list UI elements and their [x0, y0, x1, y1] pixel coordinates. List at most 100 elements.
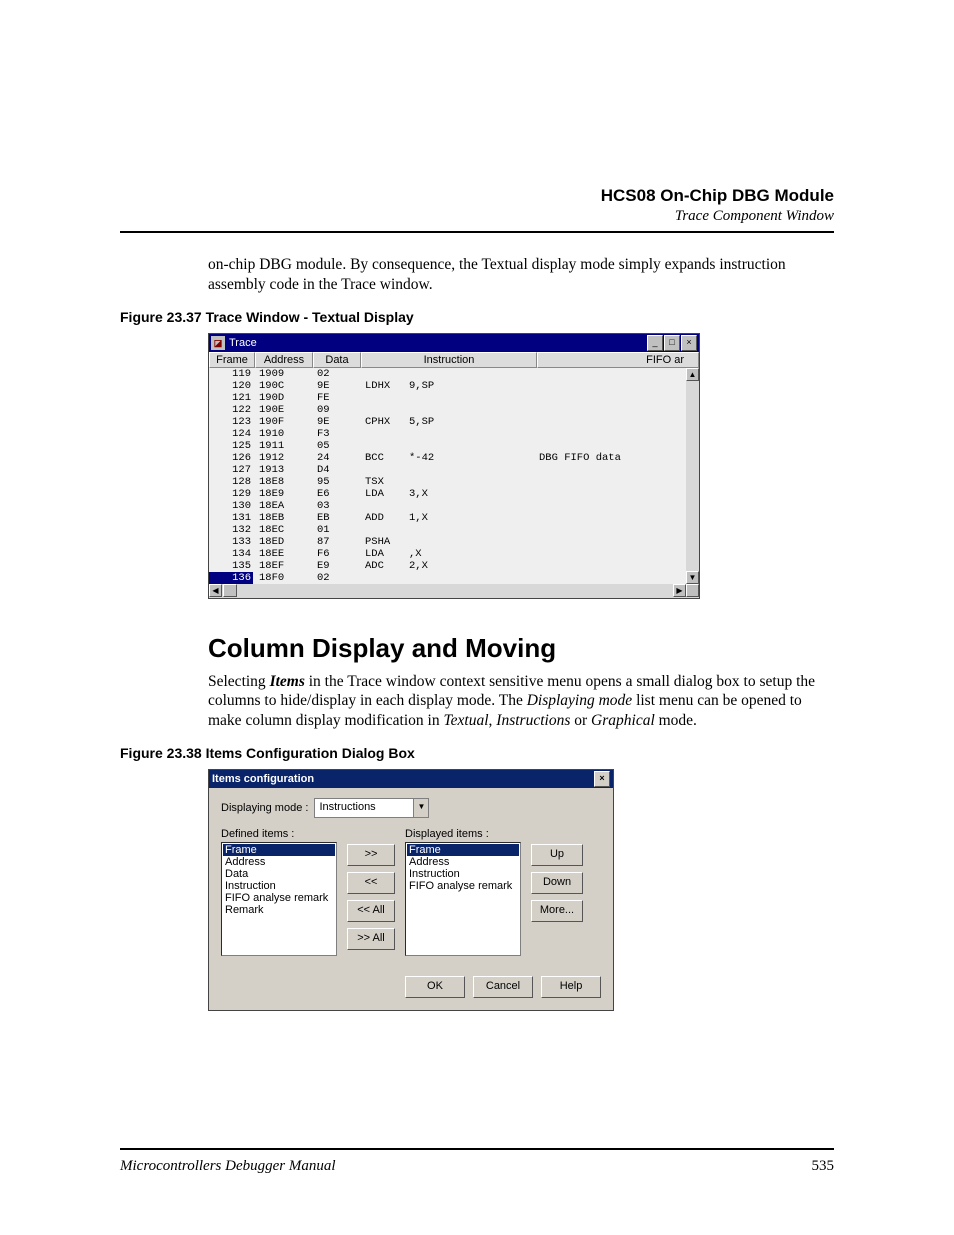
horizontal-scrollbar[interactable]: ◀ ▶	[209, 584, 699, 598]
cell-operand	[407, 572, 537, 584]
trace-row[interactable]: 13618F002	[209, 572, 699, 584]
cell-frame: 121	[209, 392, 253, 404]
minimize-button[interactable]: _	[647, 335, 663, 351]
cancel-button[interactable]: Cancel	[473, 976, 533, 998]
trace-row[interactable]: 120190C9ELDHX9,SP	[209, 380, 699, 392]
list-item[interactable]: Instruction	[223, 880, 335, 892]
cell-frame: 134	[209, 548, 253, 560]
cell-frame: 130	[209, 500, 253, 512]
scroll-thumb[interactable]	[223, 584, 237, 597]
trace-row[interactable]: 123190F9ECPHX5,SP	[209, 416, 699, 428]
close-button[interactable]: ×	[681, 335, 697, 351]
cell-data: F3	[313, 428, 361, 440]
list-item[interactable]: FIFO analyse remark	[223, 892, 335, 904]
trace-row[interactable]: 126191224BCC*-42DBG FIFO data	[209, 452, 699, 464]
cell-address: 1913	[253, 464, 313, 476]
cell-fifo	[537, 536, 699, 548]
cell-operand: 2,X	[407, 560, 537, 572]
more-button[interactable]: More...	[531, 900, 583, 922]
cell-data: 09	[313, 404, 361, 416]
trace-row[interactable]: 13218EC01	[209, 524, 699, 536]
list-item[interactable]: Frame	[223, 844, 335, 856]
cell-operand	[407, 428, 537, 440]
items-dialog-titlebar[interactable]: Items configuration ×	[209, 770, 613, 788]
cell-fifo	[537, 512, 699, 524]
cell-fifo	[537, 548, 699, 560]
move-left-button[interactable]: <<	[347, 872, 395, 894]
list-item[interactable]: Address	[223, 856, 335, 868]
cell-operand: 1,X	[407, 512, 537, 524]
cell-data: 95	[313, 476, 361, 488]
cell-mnemonic: LDA	[361, 488, 407, 500]
trace-row[interactable]: 13418EEF6LDA,X	[209, 548, 699, 560]
trace-row[interactable]: 13018EA03	[209, 500, 699, 512]
cell-address: 190E	[253, 404, 313, 416]
cell-address: 1910	[253, 428, 313, 440]
cell-frame: 135	[209, 560, 253, 572]
close-icon[interactable]: ×	[594, 771, 610, 787]
list-item[interactable]: Remark	[223, 904, 335, 916]
move-right-all-button[interactable]: >> All	[347, 928, 395, 950]
cell-address: 18EC	[253, 524, 313, 536]
col-header-address[interactable]: Address	[255, 352, 313, 368]
cell-frame: 129	[209, 488, 253, 500]
cell-fifo	[537, 428, 699, 440]
cell-mnemonic	[361, 368, 407, 380]
trace-titlebar[interactable]: ◪ Trace _ □ ×	[209, 334, 699, 352]
cell-mnemonic	[361, 404, 407, 416]
cell-data: EB	[313, 512, 361, 524]
col-header-frame[interactable]: Frame	[209, 352, 255, 368]
help-button[interactable]: Help	[541, 976, 601, 998]
cell-mnemonic: TSX	[361, 476, 407, 488]
col-header-instruction[interactable]: Instruction	[361, 352, 537, 368]
trace-title: Trace	[229, 337, 257, 349]
trace-row[interactable]: 12918E9E6LDA3,X	[209, 488, 699, 500]
trace-row[interactable]: 119190902	[209, 368, 699, 380]
cell-data: FE	[313, 392, 361, 404]
maximize-button[interactable]: □	[664, 335, 680, 351]
trace-row[interactable]: 13518EFE9ADC2,X	[209, 560, 699, 572]
down-button[interactable]: Down	[531, 872, 583, 894]
cell-fifo	[537, 404, 699, 416]
trace-row[interactable]: 1241910F3	[209, 428, 699, 440]
trace-row[interactable]: 122190E09	[209, 404, 699, 416]
cell-address: 18E8	[253, 476, 313, 488]
list-item[interactable]: Data	[223, 868, 335, 880]
figure-23-37-caption: Figure 23.37 Trace Window - Textual Disp…	[120, 309, 834, 325]
trace-app-icon: ◪	[211, 336, 225, 350]
scroll-corner	[686, 584, 699, 597]
cell-mnemonic: PSHA	[361, 536, 407, 548]
move-right-button[interactable]: >>	[347, 844, 395, 866]
trace-body[interactable]: 119190902120190C9ELDHX9,SP121190DFE12219…	[209, 368, 699, 584]
cell-data: 9E	[313, 380, 361, 392]
scroll-up-arrow-icon[interactable]: ▲	[686, 368, 699, 381]
list-item[interactable]: Address	[407, 856, 519, 868]
col-header-fifo[interactable]: FIFO ar	[537, 352, 699, 368]
defined-items-list[interactable]: FrameAddressDataInstructionFIFO analyse …	[221, 842, 337, 956]
scroll-right-arrow-icon[interactable]: ▶	[673, 584, 686, 597]
chevron-down-icon[interactable]: ▼	[413, 799, 428, 817]
trace-row[interactable]: 121190DFE	[209, 392, 699, 404]
list-item[interactable]: Frame	[407, 844, 519, 856]
cell-fifo	[537, 440, 699, 452]
scroll-down-arrow-icon[interactable]: ▼	[686, 571, 699, 584]
list-item[interactable]: FIFO analyse remark	[407, 880, 519, 892]
move-left-all-button[interactable]: << All	[347, 900, 395, 922]
displayed-items-list[interactable]: FrameAddressInstructionFIFO analyse rema…	[405, 842, 521, 956]
up-button[interactable]: Up	[531, 844, 583, 866]
scroll-left-arrow-icon[interactable]: ◀	[209, 584, 222, 597]
trace-row[interactable]: 13118EBEBADD1,X	[209, 512, 699, 524]
ok-button[interactable]: OK	[405, 976, 465, 998]
displaying-mode-combo[interactable]: Instructions ▼	[314, 798, 429, 818]
cell-address: 18E9	[253, 488, 313, 500]
trace-row[interactable]: 1271913D4	[209, 464, 699, 476]
trace-row[interactable]: 12818E895TSX	[209, 476, 699, 488]
cell-frame: 127	[209, 464, 253, 476]
cell-fifo: DBG FIFO data	[537, 452, 699, 464]
trace-row[interactable]: 13318ED87PSHA	[209, 536, 699, 548]
vertical-scrollbar[interactable]: ▲ ▼	[686, 368, 699, 584]
cell-data: E9	[313, 560, 361, 572]
trace-row[interactable]: 125191105	[209, 440, 699, 452]
col-header-data[interactable]: Data	[313, 352, 361, 368]
list-item[interactable]: Instruction	[407, 868, 519, 880]
